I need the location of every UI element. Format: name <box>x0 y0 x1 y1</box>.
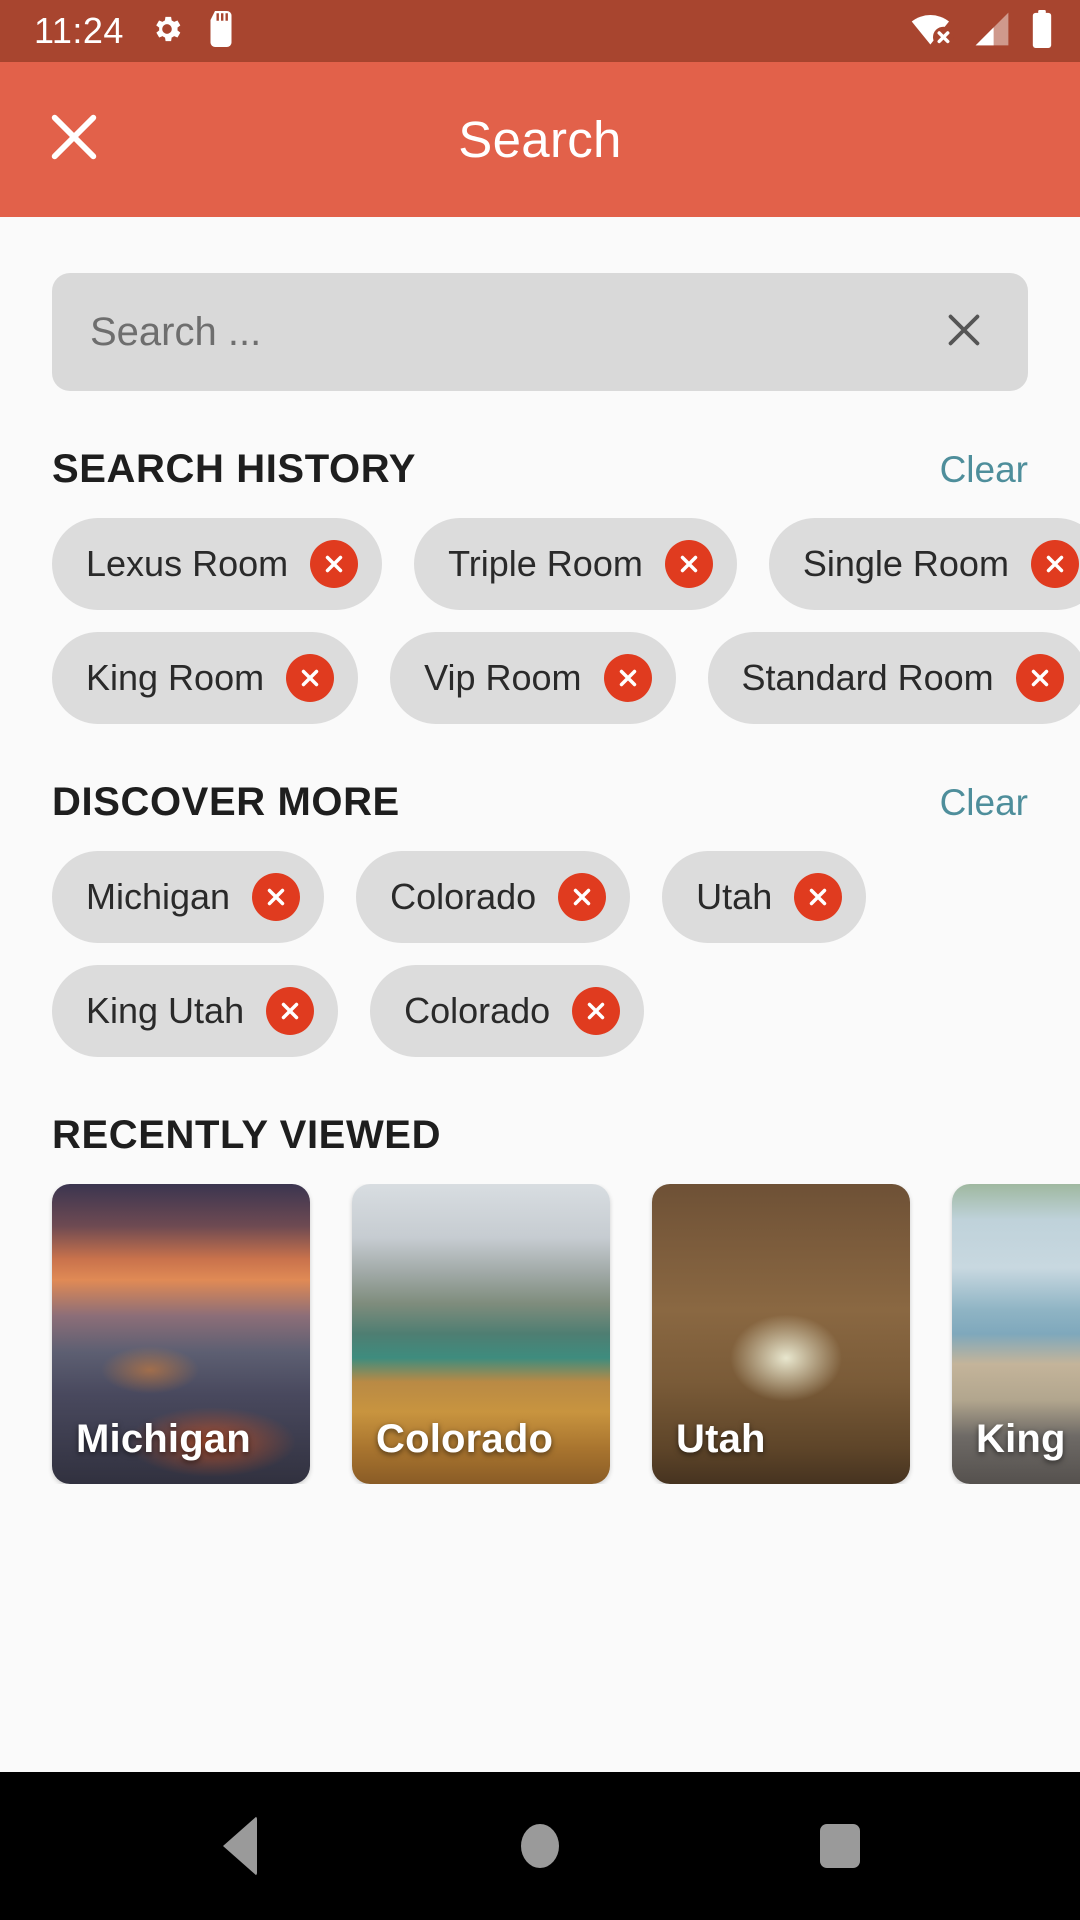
chip-row: Michigan Colorado Utah <box>52 851 1028 943</box>
chip-triple-room[interactable]: Triple Room <box>414 518 737 610</box>
discover-more-header: DISCOVER MORE Clear <box>0 780 1080 825</box>
chip-label: King Utah <box>86 990 245 1031</box>
search-input[interactable] <box>90 309 932 355</box>
status-clock: 11:24 <box>34 10 124 51</box>
recents-button[interactable] <box>785 1791 895 1901</box>
chip-colorado-2[interactable]: Colorado <box>370 965 645 1057</box>
close-icon <box>45 108 103 171</box>
search-history-header: SEARCH HISTORY Clear <box>0 447 1080 492</box>
home-button[interactable] <box>485 1791 595 1901</box>
chip-label: Vip Room <box>424 657 582 698</box>
chip-single-room[interactable]: Single Room <box>768 518 1080 610</box>
chip-delete-button[interactable] <box>794 873 843 921</box>
card-caption: King <box>976 1417 1066 1461</box>
chip-vip-room[interactable]: Vip Room <box>390 632 676 724</box>
clear-icon <box>941 307 987 358</box>
discover-more-clear-link[interactable]: Clear <box>940 782 1028 824</box>
recents-square-icon <box>820 1824 860 1868</box>
chip-label: Lexus Room <box>86 543 289 584</box>
home-circle-icon <box>521 1824 559 1868</box>
search-field-wrapper <box>0 217 1080 391</box>
chip-label: Standard Room <box>741 657 994 698</box>
chip-delete-button[interactable] <box>558 873 607 921</box>
chip-label: Triple Room <box>448 543 643 584</box>
app-bar: Search <box>0 62 1080 217</box>
discover-more-chips: Michigan Colorado Utah King Utah Colorad… <box>0 851 1080 1057</box>
chip-lexus-room[interactable]: Lexus Room <box>52 518 383 610</box>
recently-viewed-card-colorado[interactable]: Colorado <box>352 1184 610 1484</box>
chip-delete-button[interactable] <box>266 987 315 1035</box>
gear-icon <box>150 12 184 51</box>
chip-king-utah[interactable]: King Utah <box>52 965 339 1057</box>
chip-label: Colorado <box>390 876 537 917</box>
chip-utah[interactable]: Utah <box>662 851 867 943</box>
page-title: Search <box>458 111 622 168</box>
search-history-chips: Lexus Room Triple Room Single Room King … <box>0 518 1080 724</box>
android-navigation-bar <box>0 1772 1080 1920</box>
battery-icon <box>1030 9 1054 53</box>
chip-standard-room[interactable]: Standard Room <box>707 632 1080 724</box>
search-history-clear-link[interactable]: Clear <box>940 449 1028 491</box>
discover-more-title: DISCOVER MORE <box>52 780 400 824</box>
search-clear-button[interactable] <box>932 300 996 364</box>
chip-label: Single Room <box>802 543 1009 584</box>
chip-label: King Room <box>86 657 265 698</box>
search-history-title: SEARCH HISTORY <box>52 447 417 491</box>
recently-viewed-card-michigan[interactable]: Michigan <box>52 1184 310 1484</box>
wifi-off-icon <box>910 11 954 52</box>
chip-michigan[interactable]: Michigan <box>52 851 325 943</box>
chip-delete-button[interactable] <box>1015 654 1064 702</box>
chip-delete-button[interactable] <box>286 654 335 702</box>
card-caption: Utah <box>676 1417 766 1461</box>
recently-viewed-title: RECENTLY VIEWED <box>52 1113 442 1157</box>
chip-delete-button[interactable] <box>572 987 621 1035</box>
card-caption: Michigan <box>76 1417 251 1461</box>
search-screen: 11:24 Search Search ... SEARCH HISTORY C… <box>0 0 1080 1920</box>
chip-label: Colorado <box>404 990 551 1031</box>
back-triangle-icon <box>223 1816 257 1876</box>
chip-king-room[interactable]: King Room <box>52 632 359 724</box>
content-area: SEARCH HISTORY Clear Lexus Room Triple R… <box>0 217 1080 1772</box>
search-field[interactable] <box>52 273 1028 391</box>
recently-viewed-card-king[interactable]: King <box>952 1184 1080 1484</box>
chip-delete-button[interactable] <box>664 540 713 588</box>
status-system-icons <box>910 9 1054 53</box>
status-notification-icons <box>150 10 236 52</box>
recently-viewed-card-utah[interactable]: Utah <box>652 1184 910 1484</box>
sd-card-icon <box>206 10 236 52</box>
chip-colorado[interactable]: Colorado <box>356 851 631 943</box>
chip-delete-button[interactable] <box>603 654 652 702</box>
back-button[interactable] <box>185 1791 295 1901</box>
chip-delete-button[interactable] <box>310 540 359 588</box>
chip-row: Lexus Room Triple Room Single Room <box>52 518 1080 610</box>
chip-delete-button[interactable] <box>252 873 301 921</box>
chip-row: King Room Vip Room Standard Room <box>52 632 1080 724</box>
status-bar: 11:24 <box>0 0 1080 62</box>
cellular-signal-icon <box>972 11 1012 52</box>
card-caption: Colorado <box>376 1417 554 1461</box>
chip-row: King Utah Colorado <box>52 965 1028 1057</box>
recently-viewed-header: RECENTLY VIEWED <box>0 1113 1080 1158</box>
chip-label: Michigan <box>86 876 231 917</box>
chip-delete-button[interactable] <box>1030 540 1079 588</box>
chip-label: Utah <box>696 876 773 917</box>
close-button[interactable] <box>26 92 122 188</box>
recently-viewed-carousel[interactable]: Michigan Colorado Utah King <box>0 1184 1080 1484</box>
